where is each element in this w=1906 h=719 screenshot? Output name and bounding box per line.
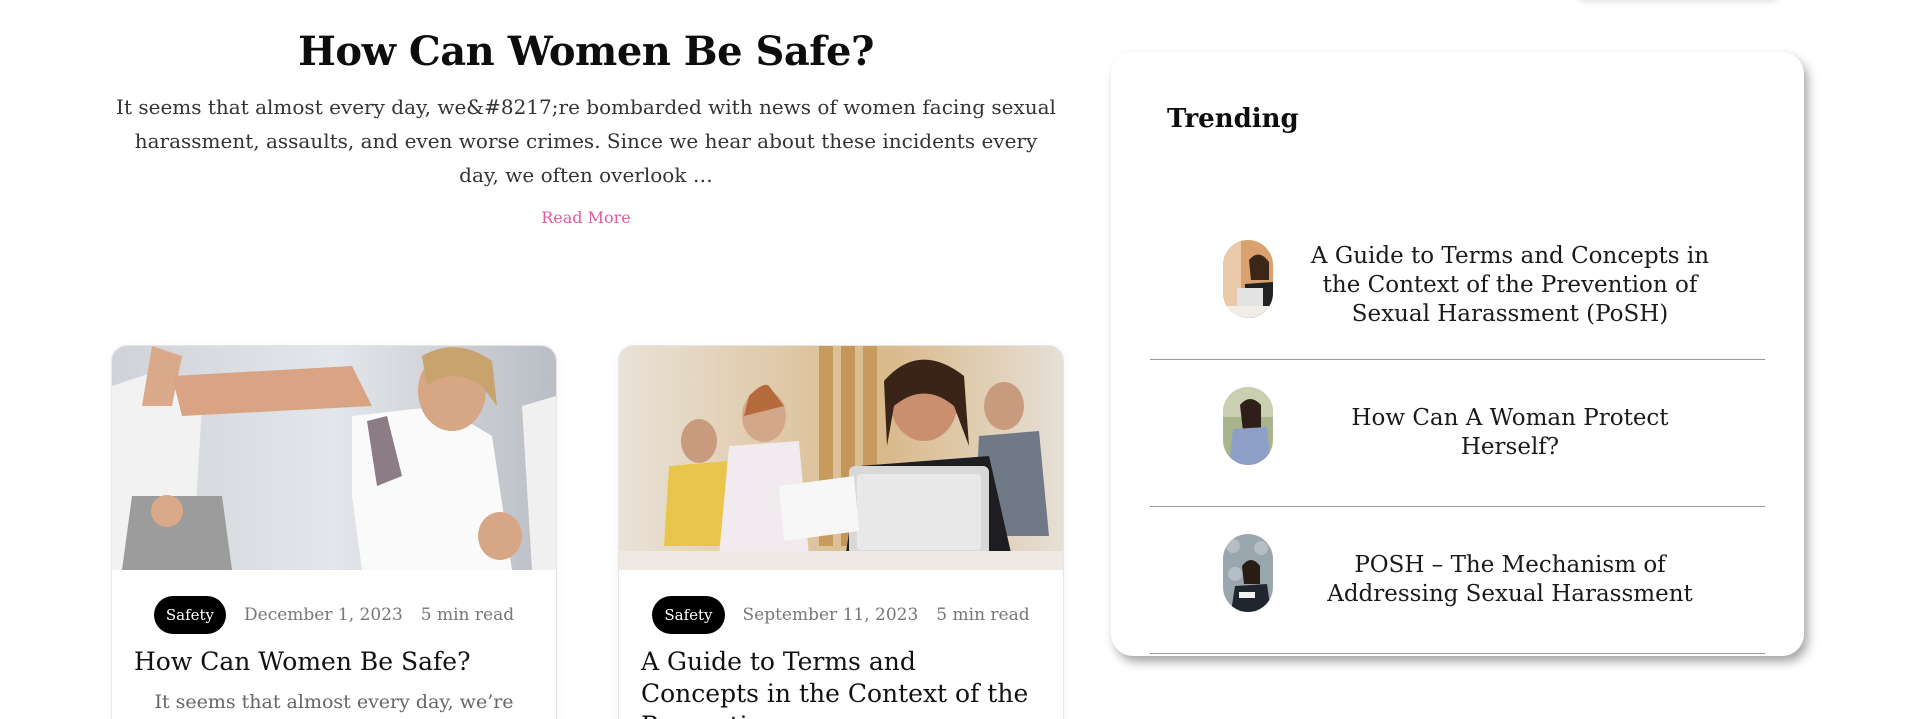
post-card-meta: Safety September 11, 2023 5 min read — [619, 596, 1063, 634]
category-tag[interactable]: Safety — [652, 596, 725, 634]
post-date: December 1, 2023 — [244, 605, 403, 625]
trending-item-title[interactable]: POSH – The Mechanism of Addressing Sexua… — [1310, 506, 1710, 653]
category-tag[interactable]: Safety — [153, 596, 227, 634]
trending-item-title[interactable]: A Guide to Terms and Concepts in the Con… — [1310, 212, 1710, 359]
woman-laptop-thumb-icon — [1223, 240, 1273, 318]
trending-panel: Trending A Guide to Terms and Concepts i… — [1111, 52, 1804, 656]
woman-portrait-thumb-icon — [1223, 387, 1273, 465]
trending-item-title[interactable]: How Can A Woman Protect Herself? — [1310, 359, 1710, 506]
page: How Can Women Be Safe? It seems that alm… — [0, 0, 1906, 719]
read-time: 5 min read — [936, 605, 1030, 625]
woman-office-thumb-icon — [1223, 534, 1273, 612]
post-card-image[interactable] — [112, 346, 556, 570]
trending-item[interactable]: A Guide to Terms and Concepts in the Con… — [1150, 212, 1765, 360]
featured-post: How Can Women Be Safe? It seems that alm… — [108, 22, 1064, 227]
read-more-link[interactable]: Read More — [541, 208, 631, 227]
post-card-title[interactable]: A Guide to Terms and Concepts in the Con… — [641, 646, 1041, 719]
featured-title[interactable]: How Can Women Be Safe? — [108, 22, 1064, 82]
read-time: 5 min read — [420, 605, 515, 625]
post-card-image[interactable] — [619, 346, 1063, 570]
post-date: September 11, 2023 — [742, 605, 919, 625]
post-card[interactable]: Safety September 11, 2023 5 min read A G… — [618, 345, 1064, 719]
woman-boxing-photo-icon — [112, 346, 556, 570]
woman-laptop-office-photo-icon — [619, 346, 1063, 570]
trending-item[interactable]: How Can A Woman Protect Herself? — [1150, 359, 1765, 507]
post-card-title[interactable]: How Can Women Be Safe? — [134, 646, 534, 678]
trending-thumbnail[interactable] — [1223, 240, 1273, 318]
trending-heading: Trending — [1167, 104, 1299, 134]
post-card-excerpt: It seems that almost every day, we’re — [154, 691, 514, 713]
trending-thumbnail[interactable] — [1223, 387, 1273, 465]
post-card-meta: Safety December 1, 2023 5 min read — [112, 596, 556, 634]
featured-excerpt: It seems that almost every day, we&#8217… — [116, 95, 1056, 187]
trending-item[interactable]: POSH – The Mechanism of Addressing Sexua… — [1150, 506, 1765, 654]
trending-thumbnail[interactable] — [1223, 534, 1273, 612]
post-card[interactable]: Safety December 1, 2023 5 min read How C… — [111, 345, 557, 719]
